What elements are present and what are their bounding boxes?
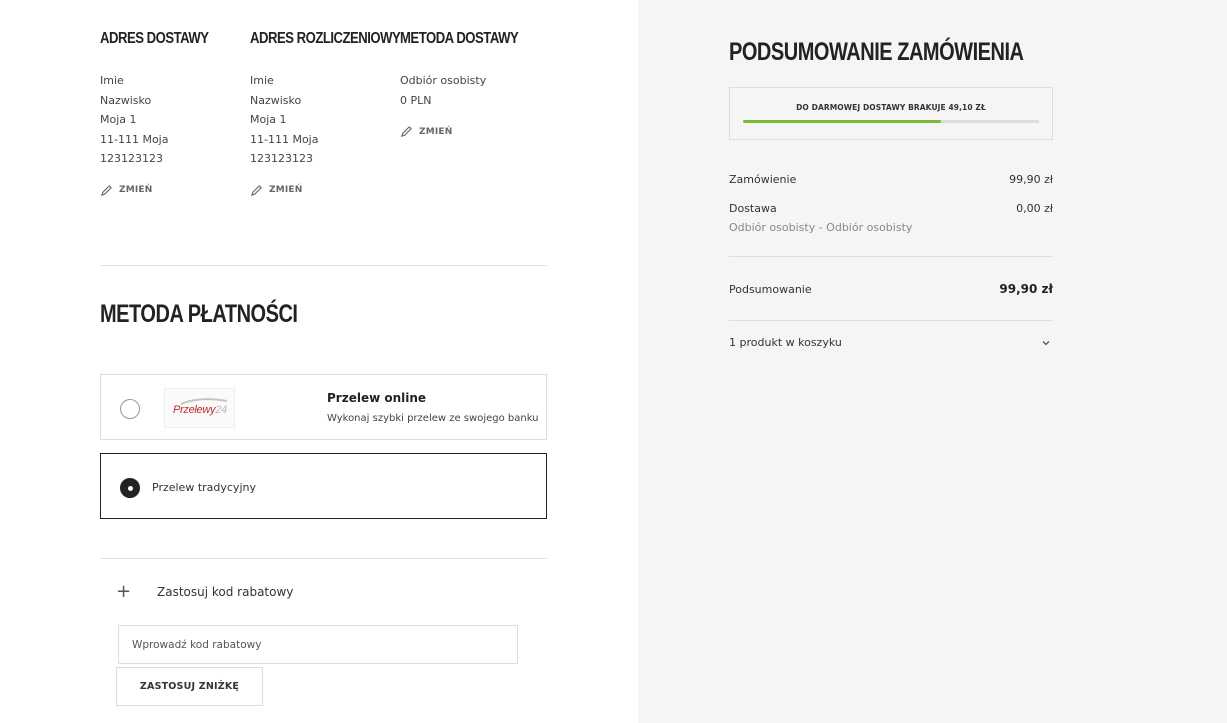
address-line: Moja 1 bbox=[250, 113, 287, 126]
przelewy24-logo: Przelewy24 bbox=[164, 388, 235, 428]
total-row: Podsumowanie 99,90 zł bbox=[729, 282, 1053, 296]
order-label: Zamówienie bbox=[729, 173, 797, 186]
promo-code-toggle-label: Zastosuj kod rabatowy bbox=[157, 585, 294, 599]
summary-divider bbox=[729, 320, 1053, 321]
edit-delivery-address-button[interactable]: ZMIEŃ bbox=[100, 184, 245, 197]
pencil-icon bbox=[100, 184, 112, 196]
pencil-icon bbox=[250, 184, 262, 196]
order-value: 99,90 zł bbox=[1009, 173, 1053, 186]
chevron-down-icon bbox=[1042, 340, 1050, 345]
cart-items-toggle[interactable]: 1 produkt w koszyku bbox=[729, 336, 1053, 349]
payment-option-online-transfer[interactable]: Przelewy24 Przelew online Wykonaj szybki… bbox=[100, 374, 547, 440]
edit-label: ZMIEŃ bbox=[419, 126, 453, 137]
delivery-method-lines: Odbiór osobisty 0 PLN bbox=[400, 71, 545, 110]
address-line: 123123123 bbox=[100, 152, 163, 165]
payment-radio-online[interactable] bbox=[120, 399, 140, 419]
payment-option-description: Wykonaj szybki przelew ze swojego banku bbox=[327, 413, 539, 424]
delivery-method-price: 0 PLN bbox=[400, 93, 432, 107]
shipping-label: Dostawa bbox=[729, 202, 777, 215]
order-summary-panel: PODSUMOWANIE ZAMÓWIENIA DO DARMOWEJ DOST… bbox=[638, 0, 1227, 723]
free-shipping-progress-box: DO DARMOWEJ DOSTAWY BRAKUJE 49,10 ZŁ bbox=[729, 87, 1053, 140]
address-line: 11-111 Moja bbox=[250, 132, 319, 146]
section-divider bbox=[100, 265, 547, 266]
plus-icon: + bbox=[116, 581, 132, 602]
promo-code-toggle[interactable]: + Zastosuj kod rabatowy bbox=[100, 578, 547, 606]
section-divider bbox=[100, 558, 547, 559]
checkout-main-panel: ADRES DOSTAWY Imie Nazwisko Moja 1 11-11… bbox=[0, 0, 638, 723]
address-line: Imie bbox=[250, 74, 274, 87]
free-shipping-progress-track bbox=[743, 120, 1039, 123]
billing-address-heading: ADRES ROZLICZENIOWY bbox=[250, 30, 401, 47]
delivery-method-heading: METODA DOSTAWY bbox=[400, 30, 519, 47]
pencil-icon bbox=[400, 126, 412, 138]
logo-text: Przelewy bbox=[173, 404, 216, 416]
delivery-method-name: Odbiór osobisty bbox=[400, 74, 487, 87]
payment-option-label: Przelew tradycyjny bbox=[152, 481, 256, 494]
order-summary-heading: PODSUMOWANIE ZAMÓWIENIA bbox=[729, 38, 1024, 66]
address-line: Nazwisko bbox=[100, 93, 152, 107]
cart-count-label: 1 produkt w koszyku bbox=[729, 336, 842, 349]
billing-address-lines: Imie Nazwisko Moja 1 11-111 Moja 1231231… bbox=[250, 71, 395, 169]
order-subtotal-row: Zamówienie 99,90 zł bbox=[729, 173, 1053, 186]
address-line: Moja 1 bbox=[100, 113, 137, 126]
shipping-value: 0,00 zł bbox=[1016, 202, 1053, 215]
delivery-address-lines: Imie Nazwisko Moja 1 11-111 Moja 1231231… bbox=[100, 71, 245, 169]
delivery-method-section: METODA DOSTAWY Odbiór osobisty 0 PLN ZMI… bbox=[400, 30, 545, 138]
edit-billing-address-button[interactable]: ZMIEŃ bbox=[250, 184, 395, 197]
address-line: 123123123 bbox=[250, 152, 313, 165]
delivery-address-section: ADRES DOSTAWY Imie Nazwisko Moja 1 11-11… bbox=[100, 30, 245, 197]
free-shipping-text: DO DARMOWEJ DOSTAWY BRAKUJE 49,10 ZŁ bbox=[796, 103, 986, 112]
address-line: Imie bbox=[100, 74, 124, 87]
address-line: 11-111 Moja bbox=[100, 132, 169, 146]
order-summary: PODSUMOWANIE ZAMÓWIENIA DO DARMOWEJ DOST… bbox=[729, 38, 1053, 349]
edit-delivery-method-button[interactable]: ZMIEŃ bbox=[400, 125, 545, 138]
address-line: Nazwisko bbox=[250, 93, 302, 107]
payment-method-heading: METODA PŁATNOŚCI bbox=[100, 300, 298, 328]
summary-divider bbox=[729, 256, 1053, 257]
total-value: 99,90 zł bbox=[999, 282, 1053, 296]
payment-option-traditional-transfer[interactable]: Przelew tradycyjny bbox=[100, 453, 547, 519]
promo-code-input[interactable] bbox=[118, 625, 518, 664]
payment-radio-traditional[interactable] bbox=[120, 478, 140, 498]
delivery-address-heading: ADRES DOSTAWY bbox=[100, 30, 209, 47]
billing-address-section: ADRES ROZLICZENIOWY Imie Nazwisko Moja 1… bbox=[250, 30, 401, 197]
logo-suffix: 24 bbox=[215, 404, 227, 416]
shipping-row: Dostawa 0,00 zł bbox=[729, 202, 1053, 215]
total-label: Podsumowanie bbox=[729, 282, 812, 296]
edit-label: ZMIEŃ bbox=[269, 185, 303, 195]
apply-discount-button[interactable]: ZASTOSUJ ZNIŻKĘ bbox=[116, 667, 263, 706]
edit-label: ZMIEŃ bbox=[119, 185, 153, 195]
shipping-detail: Odbiór osobisty - Odbiór osobisty bbox=[729, 221, 913, 234]
free-shipping-progress-fill bbox=[743, 120, 942, 123]
payment-option-title: Przelew online bbox=[327, 391, 427, 405]
